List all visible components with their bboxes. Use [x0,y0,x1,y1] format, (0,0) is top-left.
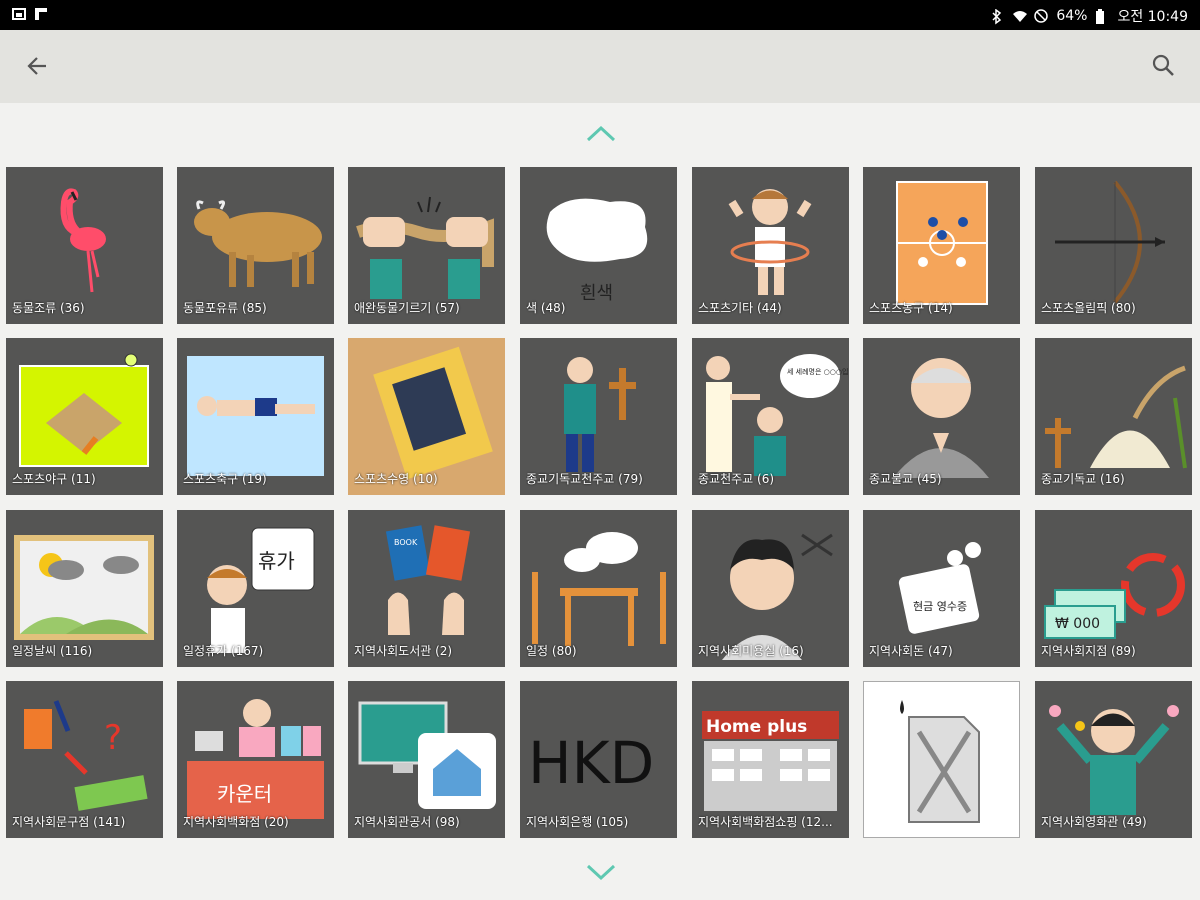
category-tile[interactable]: 동물조류 (36) [6,167,163,324]
tile-label: 종교기독교 (16) [1041,472,1125,486]
category-tile[interactable]: 스포츠수영 (10) [348,338,505,495]
category-tile[interactable]: 종교기독교 (16) [1035,338,1192,495]
category-tile[interactable]: 애완동물기르기 (57) [348,167,505,324]
tile-label: 지역사회백화점 (20) [183,815,289,829]
back-button[interactable] [24,52,52,80]
tile-label: 종교기독교천주교 (79) [526,472,643,486]
tile-label: 일정휴가 (167) [183,644,264,658]
tile-label: 지역사회영화관 (49) [1041,815,1147,829]
category-tile[interactable]: 현금 영수증 지역사회돈 (47) [863,510,1020,667]
category-tile[interactable]: 스포츠농구 (14) [863,167,1020,324]
tile-label: 동물포유류 (85) [183,301,267,315]
arrow-left-icon [27,57,46,75]
category-tile[interactable] [863,681,1020,838]
tile-inner-text: 카운터 [217,782,272,806]
bluetooth-icon [990,8,1004,25]
svg-text:?: ? [104,718,122,758]
tile-label: 일정 (80) [526,644,577,658]
tile-label: 지역사회돈 (47) [869,644,953,658]
category-tile[interactable]: 스포츠기타 (44) [692,167,849,324]
search-button[interactable] [1150,52,1178,80]
app-bar [0,30,1200,103]
do-not-disturb-icon [1034,9,1049,23]
category-tile[interactable]: 스포츠축구 (19) [177,338,334,495]
tile-inner-text: 현금 영수증 [913,600,967,613]
category-tile[interactable]: 지역사회관공서 (98) [348,681,505,838]
clock: 오전 10:49 [1117,9,1188,25]
tile-inner-text: 휴가 [258,549,295,573]
tile-label: 스포츠축구 (19) [183,472,267,486]
book-label: BOOK [394,538,418,547]
battery-icon [1095,9,1109,24]
search-icon [1152,54,1174,76]
tile-inner-text: ₩ 000 [1055,616,1100,632]
flipboard-icon [34,7,48,21]
tile-label: 일정날씨 (116) [12,644,93,658]
tile-inner-text: HKD [528,729,654,797]
tile-label: 지역사회관공서 (98) [354,815,460,829]
tile-label: 스포츠야구 (11) [12,472,96,486]
speech-bubble-text: 세 세례명은 ○○○입니다. [787,367,849,376]
tile-label: 지역사회미용실 (16) [698,644,804,658]
category-tile[interactable]: 종교불교 (45) [863,338,1020,495]
tile-label: 스포츠기타 (44) [698,301,782,315]
category-tile[interactable]: ? 지역사회문구점 (141) [6,681,163,838]
tile-label: 애완동물기르기 (57) [354,301,460,315]
category-tile[interactable]: 휴가 일정휴가 (167) [177,510,334,667]
scroll-up-button[interactable] [586,124,616,142]
tile-label: 지역사회은행 (105) [526,815,629,829]
category-tile[interactable]: Home plus 지역사회백화점쇼핑 (12... [692,681,849,838]
tile-label: 색 (48) [526,301,566,315]
category-tile[interactable]: ₩ 000 지역사회지점 (89) [1035,510,1192,667]
category-tile[interactable]: 동물포유류 (85) [177,167,334,324]
tile-label: 종교불교 (45) [869,472,942,486]
category-tile[interactable]: 일정 (80) [520,510,677,667]
tile-inner-text: Home plus [706,717,807,737]
category-tile[interactable]: 종교기독교천주교 (79) [520,338,677,495]
category-tile[interactable]: 스포츠올림픽 (80) [1035,167,1192,324]
tile-label: 종교천주교 (6) [698,472,775,486]
category-tile[interactable]: HKD 지역사회은행 (105) [520,681,677,838]
category-tile[interactable]: 지역사회미용실 (16) [692,510,849,667]
wifi-icon [1012,9,1028,23]
category-tile[interactable]: 카운터 지역사회백화점 (20) [177,681,334,838]
chevron-down-icon [586,864,616,881]
category-tile[interactable]: 스포츠야구 (11) [6,338,163,495]
fuel-can-icon [900,700,980,823]
battery-percent: 64% [1056,8,1088,24]
scroll-down-button[interactable] [586,864,616,882]
tile-label: 지역사회문구점 (141) [12,815,126,829]
category-tile[interactable]: BOOK 지역사회도서관 (2) [348,510,505,667]
chevron-up-icon [586,125,616,142]
tile-label: 스포츠올림픽 (80) [1041,301,1136,315]
category-tile[interactable]: 지역사회영화관 (49) [1035,681,1192,838]
tile-label: 동물조류 (36) [12,301,85,315]
gallery-icon [12,7,26,21]
tile-label: 스포츠수영 (10) [354,472,438,486]
tile-label: 지역사회지점 (89) [1041,644,1136,658]
category-tile[interactable]: 세 세례명은 ○○○입니다. 종교천주교 (6) [692,338,849,495]
tile-label: 지역사회백화점쇼핑 (12... [698,815,833,829]
tile-label: 스포츠농구 (14) [869,301,953,315]
category-tile[interactable]: 일정날씨 (116) [6,510,163,667]
tile-label: 지역사회도서관 (2) [354,644,453,658]
category-tile[interactable]: 흰색 색 (48) [520,167,677,324]
status-bar: 64% 오전 10:49 [0,0,1200,30]
